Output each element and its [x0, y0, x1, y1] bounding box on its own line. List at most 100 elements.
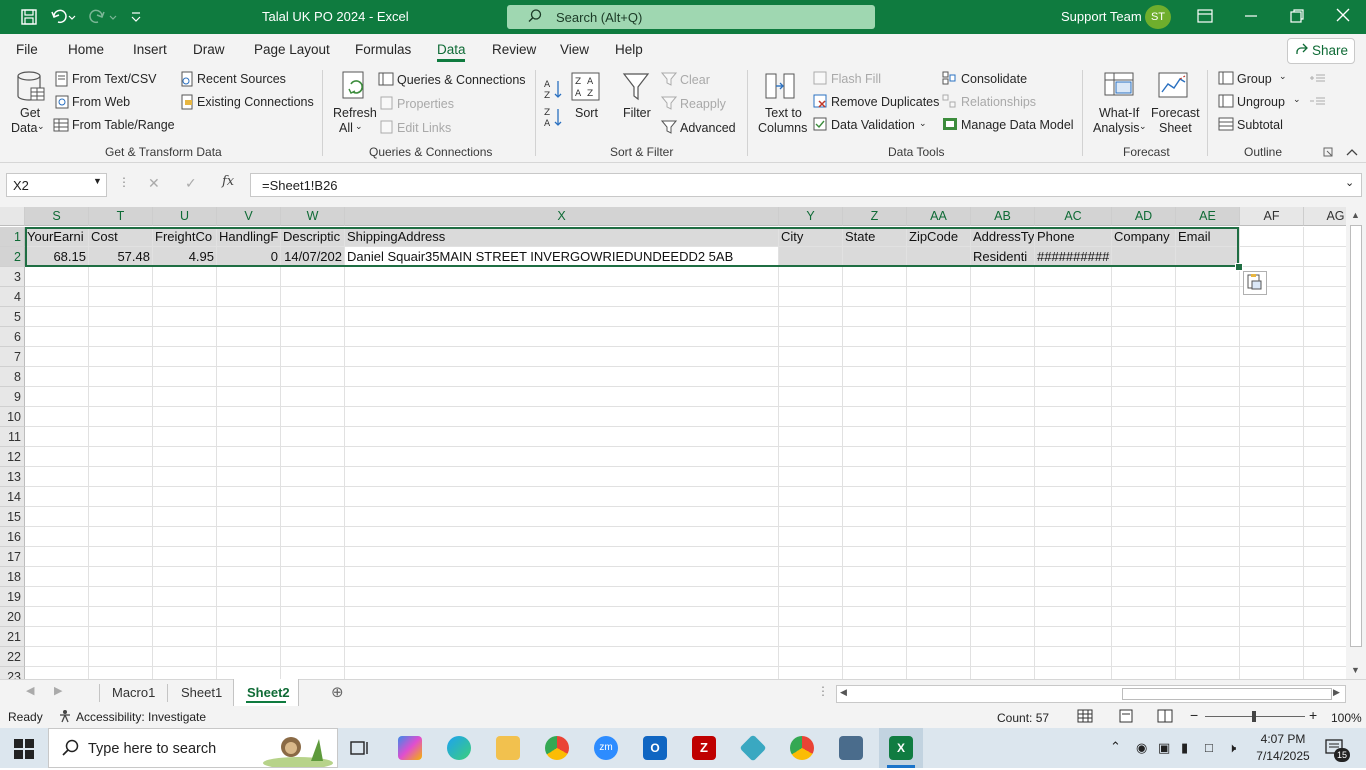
cell-x23[interactable]: [345, 667, 779, 679]
cell-ae12[interactable]: [1176, 447, 1240, 467]
cell-x7[interactable]: [345, 347, 779, 367]
column-header-t[interactable]: T: [89, 207, 153, 226]
cell-af12[interactable]: [1240, 447, 1304, 467]
scroll-right-icon[interactable]: ▶: [1333, 687, 1340, 698]
cell-ab10[interactable]: [971, 407, 1035, 427]
cell-af20[interactable]: [1240, 607, 1304, 627]
cell-u15[interactable]: [153, 507, 217, 527]
column-header-v[interactable]: V: [217, 207, 281, 226]
cell-y18[interactable]: [779, 567, 843, 587]
cell-u16[interactable]: [153, 527, 217, 547]
cell-s5[interactable]: [25, 307, 89, 327]
tab-home[interactable]: Home: [68, 42, 104, 57]
cell-z16[interactable]: [843, 527, 907, 547]
forecast-sheet-icon[interactable]: [1158, 72, 1190, 105]
insert-function-icon[interactable]: fx: [222, 174, 234, 189]
tab-insert[interactable]: Insert: [133, 42, 167, 57]
cell-y22[interactable]: [779, 647, 843, 667]
cell-ab11[interactable]: [971, 427, 1035, 447]
row-header-16[interactable]: 16: [0, 527, 25, 547]
cell-v4[interactable]: [217, 287, 281, 307]
cell-ae3[interactable]: [1176, 267, 1240, 287]
cell-u18[interactable]: [153, 567, 217, 587]
cell-s11[interactable]: [25, 427, 89, 447]
cell-ad19[interactable]: [1112, 587, 1176, 607]
existing-connections-button[interactable]: Existing Connections: [197, 95, 314, 109]
cell-v10[interactable]: [217, 407, 281, 427]
collapse-ribbon-icon[interactable]: [1346, 146, 1358, 160]
cell-ad8[interactable]: [1112, 367, 1176, 387]
row-header-23[interactable]: 23: [0, 667, 25, 679]
network-icon[interactable]: □: [1205, 740, 1213, 755]
ribbon-display-icon[interactable]: [1197, 9, 1213, 26]
advanced-button[interactable]: Advanced: [680, 121, 736, 135]
cell-ad6[interactable]: [1112, 327, 1176, 347]
cell-x19[interactable]: [345, 587, 779, 607]
cell-t12[interactable]: [89, 447, 153, 467]
cell-u13[interactable]: [153, 467, 217, 487]
cell-w3[interactable]: [281, 267, 345, 287]
cell-v21[interactable]: [217, 627, 281, 647]
column-header-s[interactable]: S: [25, 207, 89, 226]
restore-icon[interactable]: [1290, 9, 1304, 26]
row-header-17[interactable]: 17: [0, 547, 25, 567]
worksheet-grid[interactable]: S T U V W X Y Z AA AB AC AD AE AF AG 1 2 3 4 5 6 7 8 9 10 11 12 13…: [0, 207, 1346, 679]
cell-z6[interactable]: [843, 327, 907, 347]
cell-u23[interactable]: [153, 667, 217, 679]
cell-v14[interactable]: [217, 487, 281, 507]
cell-w21[interactable]: [281, 627, 345, 647]
cell-s23[interactable]: [25, 667, 89, 679]
refresh-all-label[interactable]: Refresh: [333, 106, 377, 120]
taskbar-date[interactable]: 7/14/2025: [1252, 749, 1314, 763]
cell-y12[interactable]: [779, 447, 843, 467]
cell-t4[interactable]: [89, 287, 153, 307]
meet-now-icon[interactable]: ◉: [1136, 740, 1147, 756]
sheet-tab-sheet2[interactable]: Sheet2: [247, 685, 290, 700]
cell-ab21[interactable]: [971, 627, 1035, 647]
cell-aa21[interactable]: [907, 627, 971, 647]
name-box[interactable]: X2 ▼: [6, 173, 107, 197]
formula-input[interactable]: =Sheet1!B26 ⌄: [250, 173, 1362, 197]
cell-ae21[interactable]: [1176, 627, 1240, 647]
file-explorer-icon[interactable]: [496, 736, 520, 760]
cell-y6[interactable]: [779, 327, 843, 347]
cell-ad11[interactable]: [1112, 427, 1176, 447]
reapply-button[interactable]: Reapply: [680, 97, 726, 111]
new-sheet-icon[interactable]: ⊕: [331, 683, 344, 701]
cell-y21[interactable]: [779, 627, 843, 647]
cell-x14[interactable]: [345, 487, 779, 507]
cell-s3[interactable]: [25, 267, 89, 287]
cell-y3[interactable]: [779, 267, 843, 287]
filter-button[interactable]: Filter: [623, 106, 651, 120]
cell-u9[interactable]: [153, 387, 217, 407]
cell-ac17[interactable]: [1035, 547, 1112, 567]
page-break-view-icon[interactable]: [1157, 709, 1173, 726]
cell-aa23[interactable]: [907, 667, 971, 679]
column-header-ae[interactable]: AE: [1176, 207, 1240, 226]
cell-w20[interactable]: [281, 607, 345, 627]
cell-ae23[interactable]: [1176, 667, 1240, 679]
cell-aa12[interactable]: [907, 447, 971, 467]
row-header-7[interactable]: 7: [0, 347, 25, 367]
cell-z3[interactable]: [843, 267, 907, 287]
cell-w7[interactable]: [281, 347, 345, 367]
zoom-slider-thumb[interactable]: [1252, 711, 1256, 722]
tab-help[interactable]: Help: [615, 42, 643, 57]
cell-ag15[interactable]: [1304, 507, 1346, 527]
what-if-analysis-icon[interactable]: [1104, 72, 1136, 105]
cell-ac14[interactable]: [1035, 487, 1112, 507]
row-header-13[interactable]: 13: [0, 467, 25, 487]
cell-v6[interactable]: [217, 327, 281, 347]
data-validation-button[interactable]: Data Validation: [831, 118, 915, 132]
cell-ac6[interactable]: [1035, 327, 1112, 347]
cell-ae18[interactable]: [1176, 567, 1240, 587]
cell-af6[interactable]: [1240, 327, 1304, 347]
show-hidden-icons[interactable]: ⌃: [1110, 739, 1121, 755]
cell-s19[interactable]: [25, 587, 89, 607]
cell-v22[interactable]: [217, 647, 281, 667]
share-button[interactable]: Share: [1287, 38, 1355, 64]
row-header-21[interactable]: 21: [0, 627, 25, 647]
avatar[interactable]: ST: [1145, 5, 1171, 29]
cell-y11[interactable]: [779, 427, 843, 447]
app-diamond-icon[interactable]: [739, 734, 767, 762]
